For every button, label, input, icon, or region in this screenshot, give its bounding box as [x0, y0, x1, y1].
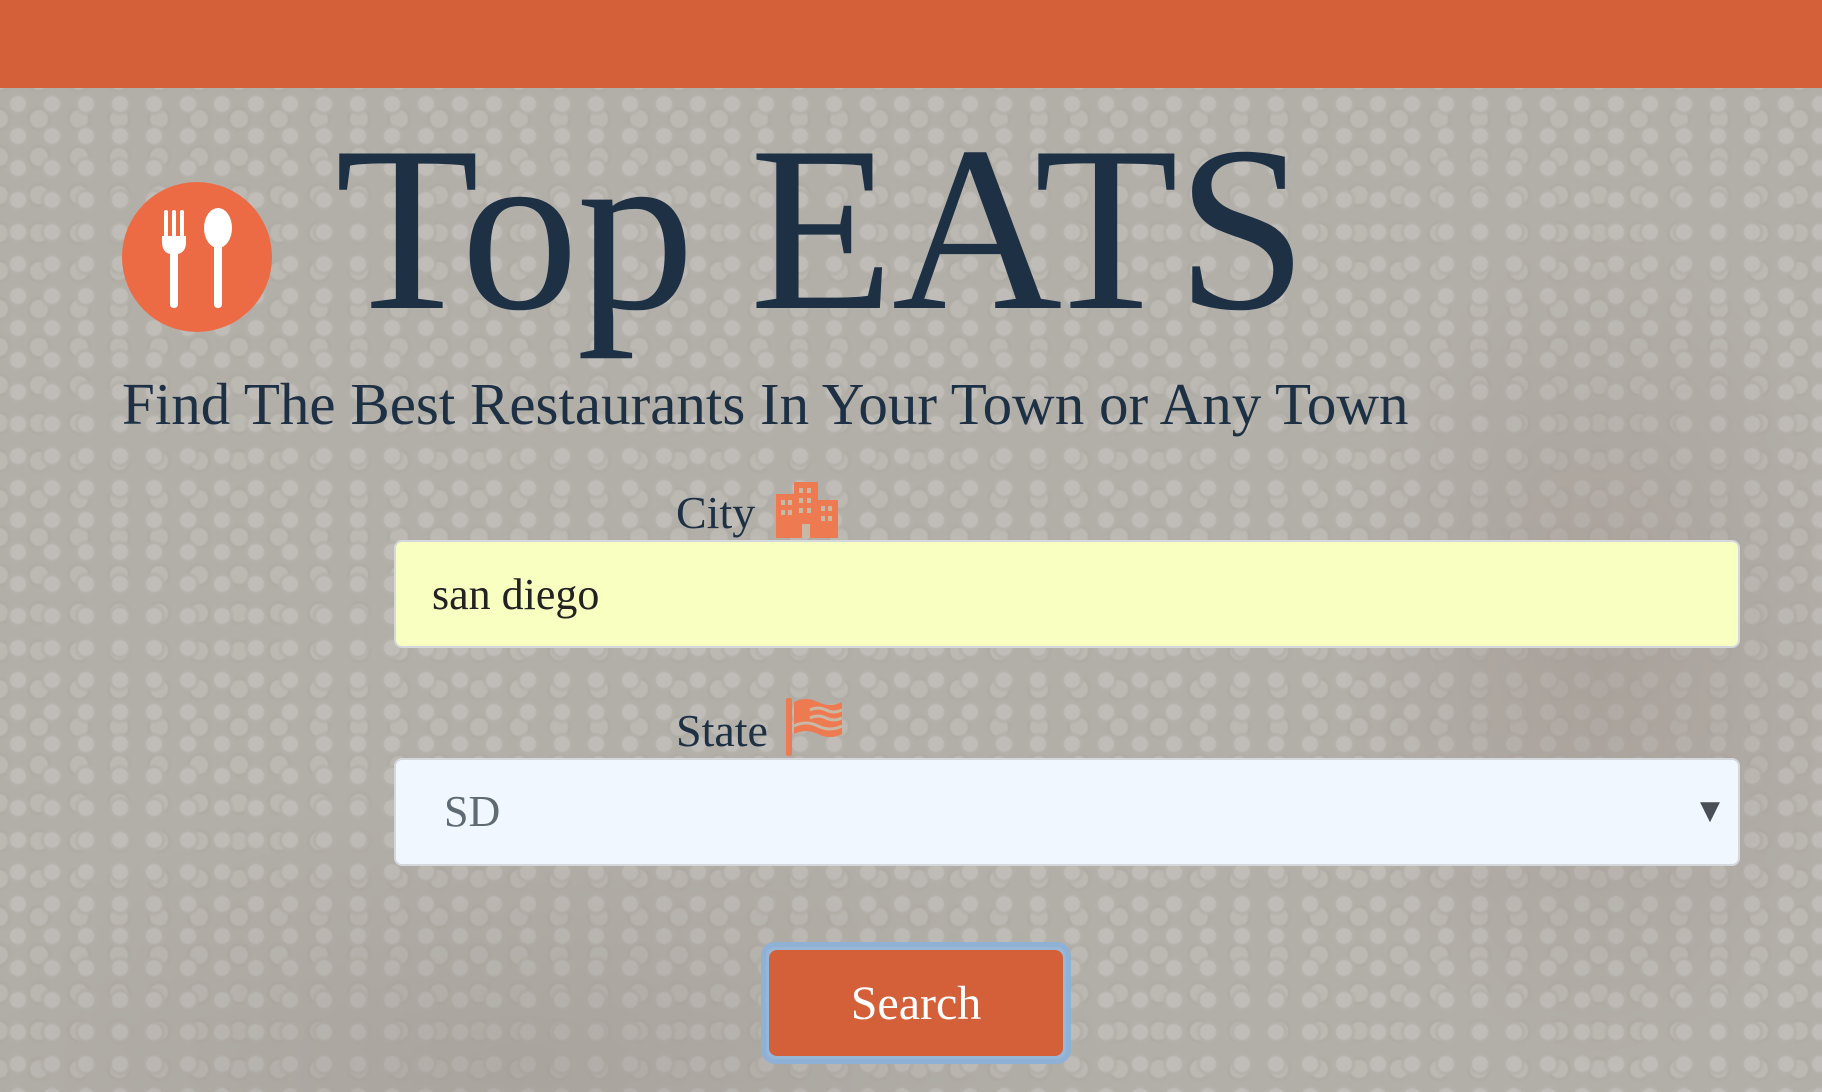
city-label: City	[676, 487, 756, 538]
state-select-value: SD	[444, 787, 501, 836]
search-button[interactable]: Search	[761, 942, 1071, 1064]
us-flag-icon	[786, 698, 843, 761]
app-subtitle: Find The Best Restaurants In Your Town o…	[122, 371, 1409, 437]
city-input[interactable]	[394, 540, 1740, 648]
state-label: State	[676, 705, 768, 756]
chevron-down-icon: ▼	[1700, 796, 1720, 826]
app-title: Top EATS	[335, 99, 1308, 360]
state-select[interactable]: SD ▼	[394, 758, 1740, 866]
utensils-icon	[122, 182, 272, 332]
city-buildings-icon	[772, 480, 840, 543]
top-bar	[0, 0, 1822, 88]
search-button-label: Search	[769, 950, 1063, 1056]
